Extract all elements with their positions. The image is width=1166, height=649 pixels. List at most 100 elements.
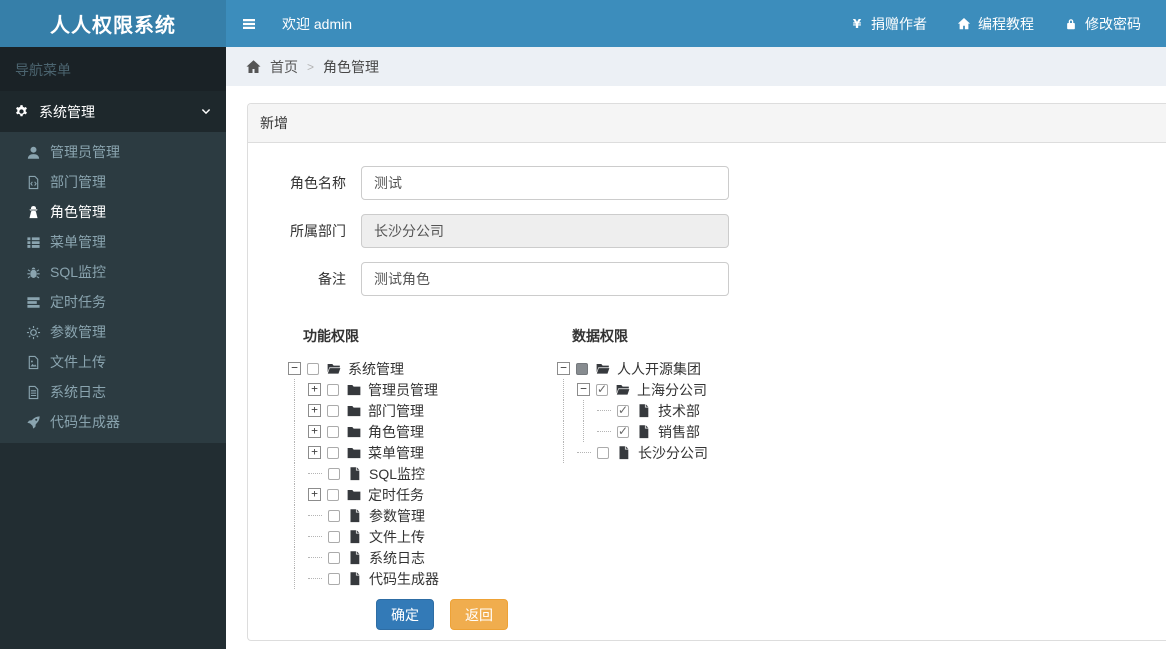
tree-node-label[interactable]: 长沙分公司 [638,443,708,463]
navbar-link-label: 编程教程 [978,15,1034,32]
tree-indent-guide [288,379,308,400]
tree-node: + 角色管理 [288,421,557,442]
tree-checkbox[interactable] [328,530,340,543]
tree-node-label[interactable]: 人人开源集团 [617,359,701,379]
sidebar-item[interactable]: 文件上传 [0,347,226,377]
tree-checkbox[interactable] [328,467,340,480]
tree-checkbox[interactable] [307,362,319,375]
tree-node-label[interactable]: 定时任务 [368,485,424,505]
tree-node: 长沙分公司 [557,442,708,463]
tree-node-label[interactable]: 系统管理 [348,359,404,379]
tree-node: 文件上传 [288,526,557,547]
tree-checkbox[interactable] [328,572,340,585]
tree-connector-line [308,515,322,516]
tree-indent-guide [288,568,308,589]
tree-node-slots [557,421,611,442]
sidebar-item[interactable]: 参数管理 [0,317,226,347]
sidebar-item[interactable]: 部门管理 [0,167,226,197]
tree-node-label[interactable]: 销售部 [658,422,700,442]
tree-node-label[interactable]: 代码生成器 [369,569,439,589]
expand-toggle[interactable]: + [308,488,321,501]
form-input[interactable] [361,262,729,296]
expand-toggle[interactable]: + [308,446,321,459]
form-input[interactable] [361,166,729,200]
function-permission-tree: − 系统管理 + 管理员管理 + 部门管理 + 角色管理 + 菜单管理 SQL监… [288,358,557,589]
welcome-text: 欢迎 admin [282,15,353,32]
expand-toggle[interactable]: + [308,404,321,417]
tree-checkbox[interactable] [328,509,340,522]
tree-checkbox[interactable] [617,403,629,417]
sidebar-item-label: 角色管理 [50,204,106,220]
sidebar-item[interactable]: 角色管理 [0,197,226,227]
rocket-icon [26,415,41,430]
sidebar-item-system-management[interactable]: 系统管理 [0,91,226,132]
sidebar-item[interactable]: 菜单管理 [0,227,226,257]
file-icon [347,508,363,523]
gear-icon [14,104,29,119]
back-button[interactable]: 返回 [450,599,508,630]
tree-checkbox[interactable] [327,446,339,459]
tree-node-label[interactable]: 技术部 [658,401,700,421]
sidebar-item[interactable]: 管理员管理 [0,137,226,167]
tree-indent-guide [557,400,577,421]
sidebar-item[interactable]: 代码生成器 [0,407,226,437]
tree-node-label[interactable]: 系统日志 [369,548,425,568]
tree-checkbox[interactable] [617,424,629,438]
tree-node-label[interactable]: 部门管理 [368,401,424,421]
tree-node-label[interactable]: 管理员管理 [368,380,438,400]
folder-open-icon [615,382,631,397]
tree-checkbox[interactable] [328,551,340,564]
tree-node-label[interactable]: 文件上传 [369,527,425,547]
confirm-button[interactable]: 确定 [376,599,434,630]
sidebar-item-label: 管理员管理 [50,144,120,160]
tree-node-slots [288,547,322,568]
tree-node-label[interactable]: 角色管理 [368,422,424,442]
tree-checkbox[interactable] [327,425,339,438]
tree-node-label[interactable]: SQL监控 [369,464,425,484]
tree-node: + 菜单管理 [288,442,557,463]
tree-node-label[interactable]: 参数管理 [369,506,425,526]
tree-node-slots [557,400,611,421]
collapse-toggle[interactable]: − [288,362,301,375]
navbar-link[interactable]: 捐赠作者 [835,0,942,47]
tree-node-slots: − [557,358,570,379]
sidebar-item-label: 定时任务 [50,294,106,310]
sidebar-item[interactable]: 定时任务 [0,287,226,317]
sidebar-item-label: 菜单管理 [50,234,106,250]
tree-node-label[interactable]: 上海分公司 [637,380,707,400]
tree-node-label[interactable]: 菜单管理 [368,443,424,463]
navbar-link-label: 修改密码 [1085,15,1141,32]
sidebar-item[interactable]: SQL监控 [0,257,226,287]
tree-connector-line [308,557,322,558]
tree-node-slots: − [288,358,301,379]
tree-checkbox[interactable] [327,383,339,396]
sidebar-toggle-button[interactable] [226,0,272,47]
tree-connector-line [308,536,322,537]
expand-toggle[interactable]: + [308,383,321,396]
data-permission-tree: − 人人开源集团 − 上海分公司 技术部 销售部 长沙分公司 [557,358,708,463]
tree-indent-guide [288,442,308,463]
form-row: 所属部门 [248,214,1166,248]
tree-checkbox[interactable] [327,404,339,417]
collapse-toggle[interactable]: − [577,383,590,396]
bars-icon [241,16,257,32]
home-icon [245,59,262,75]
sidebar-item[interactable]: 系统日志 [0,377,226,407]
tree-checkbox[interactable] [597,446,609,459]
tree-indent-guide [557,379,577,400]
tree-checkbox[interactable] [576,362,588,375]
form-row: 角色名称 [248,166,1166,200]
tree-indent-guide [557,442,577,463]
navbar-link[interactable]: 修改密码 [1049,0,1156,47]
breadcrumb-home-link[interactable]: 首页 [245,57,298,77]
tree-indent-guide [288,526,308,547]
navbar-link[interactable]: 编程教程 [942,0,1049,47]
tree-checkbox[interactable] [596,382,608,396]
collapse-toggle[interactable]: − [557,362,570,375]
form-label: 备注 [318,271,346,287]
breadcrumb-separator: > [307,59,315,74]
expand-toggle[interactable]: + [308,425,321,438]
role-form: 角色名称 所属部门 备注 [248,166,1166,296]
tree-checkbox[interactable] [327,488,339,501]
bug-icon [26,265,41,280]
